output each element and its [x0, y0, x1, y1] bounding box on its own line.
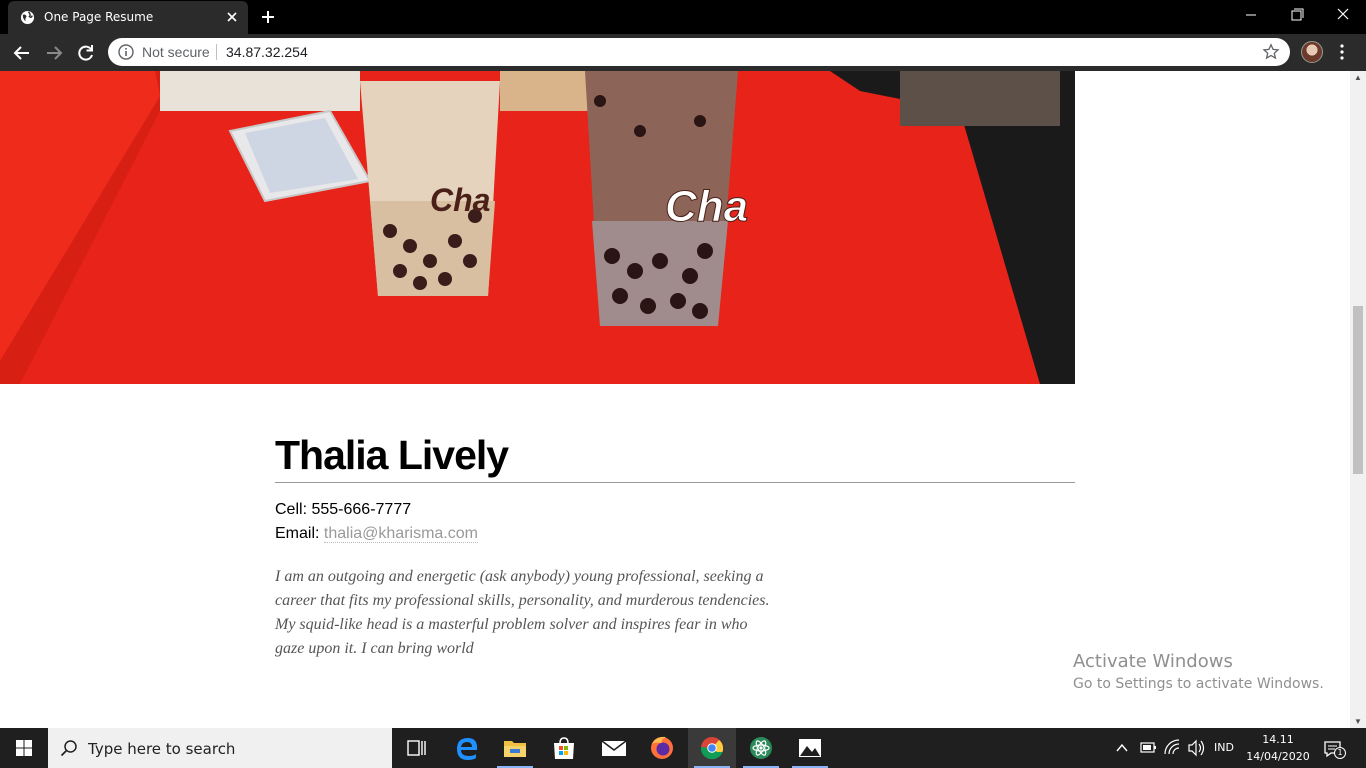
clock-time: 14.11	[1262, 733, 1294, 746]
cell-label: Cell:	[275, 501, 308, 518]
close-tab-icon[interactable]	[224, 9, 240, 25]
right-cup-logo: Cha	[665, 182, 748, 231]
back-arrow-icon[interactable]	[11, 42, 33, 64]
watermark-subtitle: Go to Settings to activate Windows.	[1073, 676, 1324, 692]
url-text[interactable]: 34.87.32.254	[226, 44, 308, 60]
info-icon[interactable]	[118, 44, 134, 60]
name-divider	[275, 482, 1075, 483]
windows-start-icon[interactable]	[0, 728, 48, 768]
left-cup-logo: Cha	[430, 182, 490, 218]
edge-browser-icon[interactable]	[443, 728, 491, 768]
menu-dots-icon[interactable]	[1336, 43, 1348, 61]
cell-line: Cell: 555-666-7777	[275, 501, 411, 519]
taskbar-search[interactable]: Type here to search	[48, 728, 392, 768]
scroll-down-icon[interactable]: ▼	[1354, 717, 1362, 726]
firefox-icon[interactable]	[638, 728, 686, 768]
browser-toolbar: Not secure 34.87.32.254	[0, 34, 1366, 71]
forward-arrow-icon[interactable]	[43, 42, 65, 64]
atom-icon[interactable]	[737, 728, 785, 768]
bio-paragraph: I am an outgoing and energetic (ask anyb…	[275, 568, 770, 657]
search-icon	[60, 740, 77, 757]
activate-windows-watermark: Activate Windows Go to Settings to activ…	[1073, 651, 1324, 692]
address-bar[interactable]: Not secure 34.87.32.254	[108, 38, 1290, 66]
restore-icon[interactable]	[1274, 0, 1320, 30]
scroll-up-icon[interactable]: ▲	[1354, 73, 1362, 82]
profile-avatar[interactable]	[1301, 41, 1323, 63]
search-placeholder: Type here to search	[88, 740, 236, 758]
wifi-icon[interactable]	[1162, 728, 1182, 768]
email-line: Email: thalia@kharisma.com	[275, 525, 478, 543]
hero-image: Cha Cha	[0, 71, 1075, 384]
system-clock[interactable]: 14.11 14/04/2020	[1246, 731, 1310, 765]
scroll-thumb[interactable]	[1353, 306, 1363, 474]
notification-count: 1	[1334, 747, 1346, 759]
chrome-icon	[700, 737, 724, 760]
store-icon[interactable]	[540, 728, 588, 768]
watermark-title: Activate Windows	[1073, 651, 1233, 672]
globe-icon	[20, 10, 35, 25]
browser-titlebar: One Page Resume	[0, 0, 1366, 34]
mail-icon[interactable]	[590, 728, 638, 768]
bookmark-star-icon[interactable]	[1262, 43, 1280, 61]
cell-value: 555-666-7777	[311, 501, 412, 518]
page-scrollbar[interactable]: ▲ ▼	[1350, 71, 1366, 728]
email-label: Email:	[275, 525, 320, 542]
clock-date: 14/04/2020	[1246, 750, 1310, 763]
chevron-up-icon[interactable]	[1114, 728, 1130, 768]
language-indicator[interactable]: IND	[1214, 741, 1234, 768]
security-status[interactable]: Not secure	[142, 44, 210, 60]
volume-icon[interactable]	[1186, 728, 1206, 768]
battery-icon[interactable]	[1138, 728, 1158, 768]
action-center-button[interactable]: 1	[1322, 738, 1346, 760]
email-link[interactable]: thalia@kharisma.com	[323, 525, 478, 543]
task-view-icon[interactable]	[392, 728, 440, 768]
file-explorer-icon[interactable]	[491, 728, 539, 768]
new-tab-icon[interactable]	[260, 9, 276, 25]
reload-icon[interactable]	[75, 42, 97, 64]
windows-taskbar: Type here to search IND 14.11 14/04/2020…	[0, 728, 1366, 768]
tab-title: One Page Resume	[44, 10, 154, 24]
minimize-icon[interactable]	[1228, 0, 1274, 30]
photos-icon[interactable]	[786, 728, 834, 768]
resume-name: Thalia Lively	[275, 432, 509, 478]
browser-tab[interactable]: One Page Resume	[8, 1, 248, 34]
chrome-taskbar-button[interactable]	[688, 728, 736, 768]
url-separator	[216, 44, 217, 60]
close-window-icon[interactable]	[1320, 0, 1366, 30]
